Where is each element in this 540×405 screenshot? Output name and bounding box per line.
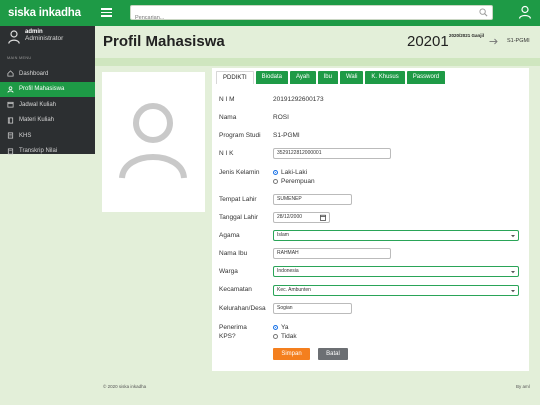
prodi-value: S1-PGMI <box>273 132 300 139</box>
chevron-down-icon <box>511 271 515 274</box>
sidebar-role: Administrator <box>25 35 64 42</box>
app-brand[interactable]: siska inkadha <box>0 0 95 26</box>
user-menu-icon[interactable] <box>518 5 532 19</box>
sidebar-item-label: Jadwal Kuliah <box>19 101 57 108</box>
calendar-icon[interactable] <box>320 214 326 221</box>
kecamatan-select[interactable]: Kec. Ambunten <box>273 285 519 296</box>
radio-kps-ya[interactable]: Ya <box>273 324 288 331</box>
warga-label: Warga <box>219 268 238 275</box>
kecamatan-value: Kec. Ambunten <box>277 287 311 293</box>
nama-ibu-label: Nama Ibu <box>219 250 248 257</box>
document-icon <box>7 148 14 155</box>
search-input[interactable] <box>131 11 471 25</box>
chevron-down-icon <box>511 290 515 293</box>
header-band <box>95 58 540 66</box>
document-icon <box>7 132 14 139</box>
kps-label-2: KPS? <box>219 333 236 340</box>
tempat-lahir-field[interactable]: SUMENEP <box>273 194 352 205</box>
header-prodi: S1-PGMI <box>507 38 530 44</box>
nik-label: N I K <box>219 150 234 157</box>
nama-label: Nama <box>219 114 237 121</box>
header-nim: 20201 <box>407 33 449 50</box>
home-icon <box>7 70 14 77</box>
agama-select[interactable]: Islam <box>273 230 519 241</box>
radio-label: Perempuan <box>281 178 315 185</box>
sidebar-item-label: Dashboard <box>19 70 49 77</box>
profile-tabs: PDDIKTI Biodata Ayah Ibu Wali K. Khusus … <box>216 71 447 84</box>
nik-field[interactable]: 3529122812000001 <box>273 148 391 159</box>
sidebar-item-materi-kuliah[interactable]: Materi Kuliah <box>0 113 95 129</box>
jenis-kelamin-label: Jenis Kelamin <box>219 169 260 176</box>
tab-k-khusus[interactable]: K. Khusus <box>365 71 405 84</box>
page-title: Profil Mahasiswa <box>103 33 225 50</box>
chevron-down-icon <box>511 235 515 238</box>
footer-copyright: © 2020 siska inkadha <box>103 384 147 389</box>
warga-value: Indonesia <box>277 268 299 274</box>
menu-toggle-icon[interactable] <box>101 8 112 17</box>
kelurahan-label: Kelurahan/Desa <box>219 305 266 312</box>
photo-card <box>102 72 205 212</box>
radio-perempuan[interactable]: Perempuan <box>273 178 315 185</box>
sidebar-item-khs[interactable]: KHS <box>0 128 95 144</box>
sidebar-section-heading: MAIN MENU <box>7 56 32 60</box>
tab-ayah[interactable]: Ayah <box>290 71 316 84</box>
radio-label: Tidak <box>281 333 297 340</box>
tab-wali[interactable]: Wali <box>339 71 364 84</box>
sidebar-item-label: Materi Kuliah <box>19 117 55 124</box>
prodi-label: Program Studi <box>219 132 261 139</box>
tanggal-lahir-label: Tanggal Lahir <box>219 214 259 221</box>
footer-credit: By aml <box>516 384 530 389</box>
search-box[interactable] <box>130 5 493 25</box>
nim-label: N I M <box>219 96 235 103</box>
tanggal-lahir-field[interactable]: 28/12/2000 <box>273 212 330 223</box>
cancel-button[interactable]: Batal <box>318 348 348 360</box>
agama-label: Agama <box>219 232 240 239</box>
sidebar-item-profil-mahasiswa[interactable]: Profil Mahasiswa <box>0 81 95 97</box>
radio-label: Ya <box>281 324 289 331</box>
nim-value: 20191292600173 <box>273 96 324 103</box>
tab-biodata[interactable]: Biodata <box>255 71 289 84</box>
save-button[interactable]: Simpan <box>273 348 310 360</box>
nama-value: ROSI <box>273 114 289 121</box>
radio-checked-icon[interactable] <box>273 325 278 330</box>
sidebar-item-transkrip-nilai[interactable]: Transkrip Nilai <box>0 144 95 160</box>
tempat-lahir-label: Tempat Lahir <box>219 196 257 203</box>
tab-password[interactable]: Password <box>406 71 446 84</box>
user-icon <box>7 86 14 93</box>
radio-unchecked-icon[interactable] <box>273 179 278 184</box>
kelurahan-field[interactable]: Sogian <box>273 303 352 314</box>
sidebar: admin Administrator MAIN MENU Dashboard … <box>0 26 95 155</box>
user-icon <box>8 30 20 44</box>
header-semester: 2020/2021 Ganjil <box>449 33 485 38</box>
search-icon[interactable] <box>479 8 488 17</box>
sidebar-item-label: KHS <box>19 132 32 139</box>
profile-form-card: PDDIKTI Biodata Ayah Ibu Wali K. Khusus … <box>212 68 529 371</box>
tab-ibu[interactable]: Ibu <box>317 71 338 84</box>
avatar-placeholder-icon[interactable] <box>118 102 188 180</box>
radio-kps-tidak[interactable]: Tidak <box>273 333 297 340</box>
sidebar-item-label: Transkrip Nilai <box>19 148 58 155</box>
sidebar-item-dashboard[interactable]: Dashboard <box>0 66 95 82</box>
agama-value: Islam <box>277 232 289 238</box>
kecamatan-label: Kecamatan <box>219 286 252 293</box>
nama-ibu-field[interactable]: RAHMAH <box>273 248 391 259</box>
kps-label: Penerima <box>219 324 247 331</box>
sidebar-item-label: Profil Mahasiswa <box>19 86 65 93</box>
radio-unchecked-icon[interactable] <box>273 334 278 339</box>
sidebar-item-jadwal-kuliah[interactable]: Jadwal Kuliah <box>0 97 95 113</box>
arrow-right-icon <box>489 38 498 45</box>
calendar-icon <box>7 102 14 108</box>
tab-pddikti[interactable]: PDDIKTI <box>216 71 254 84</box>
warga-select[interactable]: Indonesia <box>273 266 519 277</box>
tanggal-lahir-value: 28/12/2000 <box>277 214 303 220</box>
radio-laki-laki[interactable]: Laki-Laki <box>273 169 307 176</box>
radio-checked-icon[interactable] <box>273 170 278 175</box>
book-icon <box>7 117 14 124</box>
sidebar-profile: admin Administrator <box>0 26 95 52</box>
radio-label: Laki-Laki <box>281 169 308 176</box>
